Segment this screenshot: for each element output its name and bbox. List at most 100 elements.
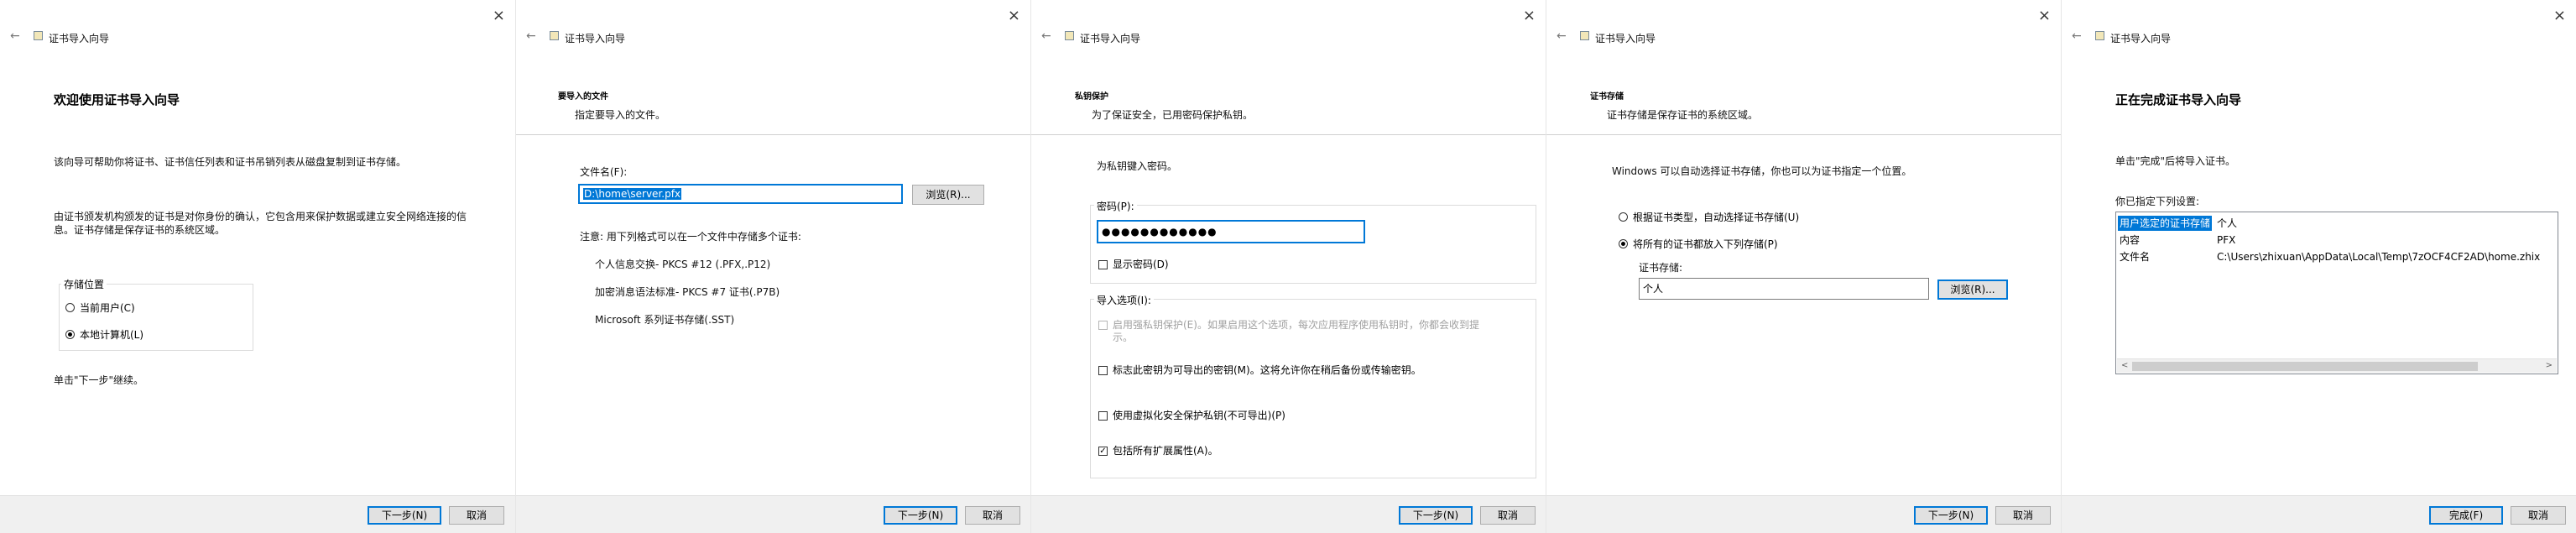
wizard-panel-welcome: × ← 证书导入向导 欢迎使用证书导入向导 该向导可帮助你将证书、证书信任列表和… xyxy=(0,0,515,533)
password-label: 密码(P): xyxy=(1094,199,1137,213)
list-item[interactable]: 内容 PFX xyxy=(2118,233,2554,248)
close-icon[interactable]: × xyxy=(1008,7,1020,24)
format-item-p7b: 加密消息语法标准- PKCS #7 证书(.P7B) xyxy=(595,286,780,298)
wizard-title: 证书导入向导 xyxy=(1595,33,1656,44)
radio-local-machine[interactable]: 本地计算机(L) xyxy=(65,327,143,342)
certificate-icon xyxy=(1065,31,1074,40)
close-icon[interactable]: × xyxy=(1523,7,1536,24)
back-arrow-icon[interactable]: ← xyxy=(1041,29,1051,43)
list-item-key: 文件名 xyxy=(2120,251,2151,263)
format-note: 注意: 用下列格式可以在一个文件中存储多个证书: xyxy=(580,231,801,243)
radio-icon xyxy=(1619,212,1628,222)
password-value: ●●●●●●●●●●●● xyxy=(1102,226,1218,238)
exportable-key-checkbox[interactable]: 标志此密钥为可导出的密钥(M)。这将允许你在稍后备份或传输密钥。 xyxy=(1098,364,1421,377)
checkmark-icon: ✓ xyxy=(1098,447,1108,456)
scroll-left-icon[interactable]: < xyxy=(2121,361,2128,370)
checkbox-icon xyxy=(1098,321,1108,330)
header-divider xyxy=(516,134,1030,135)
wizard-panel-file: × ← 证书导入向导 要导入的文件 指定要导入的文件。 文件名(F): D:\h… xyxy=(515,0,1030,533)
section-subtitle: 为了保证安全，已用密码保护私钥。 xyxy=(1092,109,1254,121)
finish-button[interactable]: 完成(F) xyxy=(2429,506,2503,525)
radio-local-machine-label: 本地计算机(L) xyxy=(80,329,144,341)
back-arrow-icon[interactable]: ← xyxy=(1557,29,1567,43)
footer-bar: 下一步(N) 取消 xyxy=(1031,495,1546,533)
section-subtitle: 证书存储是保存证书的系统区域。 xyxy=(1607,109,1759,121)
settings-list[interactable]: 用户选定的证书存储 个人 内容 PFX 文件名 C:\Users\zhixuan… xyxy=(2115,212,2558,374)
list-item[interactable]: 文件名 C:\Users\zhixuan\AppData\Local\Temp\… xyxy=(2118,249,2554,264)
list-item-value: C:\Users\zhixuan\AppData\Local\Temp\7zOC… xyxy=(2217,251,2541,263)
close-icon[interactable]: × xyxy=(2553,7,2566,24)
cancel-button[interactable]: 取消 xyxy=(449,506,504,525)
show-password-checkbox[interactable]: 显示密码(D) xyxy=(1098,259,1169,271)
list-item[interactable]: 用户选定的证书存储 个人 xyxy=(2118,216,2554,231)
filename-label: 文件名(F): xyxy=(580,166,628,178)
wizard-title: 证书导入向导 xyxy=(1080,33,1141,44)
finish-hint: 单击"完成"后将导入证书。 xyxy=(2115,155,2236,167)
next-button[interactable]: 下一步(N) xyxy=(368,506,441,525)
cancel-button[interactable]: 取消 xyxy=(965,506,1020,525)
radio-current-user[interactable]: 当前用户(C) xyxy=(65,300,135,315)
intro-text: 该向导可帮助你将证书、证书信任列表和证书吊销列表从磁盘复制到证书存储。 xyxy=(54,156,407,168)
close-icon[interactable]: × xyxy=(2038,7,2051,24)
store-location-label: 存储位置 xyxy=(61,277,107,291)
header-divider xyxy=(1546,134,2061,135)
radio-place-all-label: 将所有的证书都放入下列存储(P) xyxy=(1633,238,1778,250)
checkbox-icon xyxy=(1098,260,1108,269)
horizontal-scrollbar[interactable]: < > xyxy=(2117,358,2557,373)
list-item-key: 内容 xyxy=(2120,234,2141,246)
wizard-panel-complete: × ← 证书导入向导 正在完成证书导入向导 单击"完成"后将导入证书。 你已指定… xyxy=(2061,0,2576,533)
vbs-protection-checkbox[interactable]: 使用虚拟化安全保护私钥(不可导出)(P) xyxy=(1098,410,1285,422)
certificate-icon xyxy=(34,31,43,40)
next-button[interactable]: 下一步(N) xyxy=(1914,506,1988,525)
certificate-icon xyxy=(2095,31,2104,40)
section-title: 要导入的文件 xyxy=(558,92,608,102)
cancel-button[interactable]: 取消 xyxy=(1480,506,1536,525)
browse-button[interactable]: 浏览(R)... xyxy=(1937,280,2008,300)
footer-bar: 完成(F) 取消 xyxy=(2062,495,2576,533)
scrollbar-thumb[interactable] xyxy=(2132,362,2478,371)
extended-properties-checkbox[interactable]: ✓ 包括所有扩展属性(A)。 xyxy=(1098,445,1218,457)
close-icon[interactable]: × xyxy=(493,7,505,24)
vbs-protection-label: 使用虚拟化安全保护私钥(不可导出)(P) xyxy=(1113,410,1285,421)
list-item-value: PFX xyxy=(2217,234,2236,246)
section-title: 私钥保护 xyxy=(1075,92,1108,102)
list-item-value: 个人 xyxy=(2217,217,2238,229)
list-item-key: 用户选定的证书存储 xyxy=(2118,216,2212,231)
radio-current-user-label: 当前用户(C) xyxy=(80,302,135,314)
wizard-title: 证书导入向导 xyxy=(49,33,110,44)
radio-selected-icon xyxy=(1619,239,1628,248)
store-intro: Windows 可以自动选择证书存储，你也可以为证书指定一个位置。 xyxy=(1612,165,1912,177)
continue-hint: 单击"下一步"继续。 xyxy=(54,374,144,386)
next-button[interactable]: 下一步(N) xyxy=(1399,506,1473,525)
store-label: 证书存储: xyxy=(1639,262,1683,274)
format-item-sst: Microsoft 系列证书存储(.SST) xyxy=(595,314,735,326)
wizard-title: 证书导入向导 xyxy=(2110,33,2172,44)
wizard-panel-store: × ← 证书导入向导 证书存储 证书存储是保存证书的系统区域。 Windows … xyxy=(1546,0,2061,533)
scroll-right-icon[interactable]: > xyxy=(2546,361,2553,370)
back-arrow-icon: ← xyxy=(10,29,20,43)
footer-bar: 下一步(N) 取消 xyxy=(1546,495,2061,533)
wizard-panel-private-key: × ← 证书导入向导 私钥保护 为了保证安全，已用密码保护私钥。 为私钥键入密码… xyxy=(1030,0,1546,533)
back-arrow-icon[interactable]: ← xyxy=(526,29,536,43)
strong-protection-checkbox[interactable]: 启用强私钥保护(E)。如果启用这个选项，每次应用程序使用私钥时，你都会收到提 示。 xyxy=(1098,319,1526,344)
store-input[interactable]: 个人 xyxy=(1639,278,1929,300)
radio-place-all[interactable]: 将所有的证书都放入下列存储(P) xyxy=(1619,237,1778,251)
section-title: 证书存储 xyxy=(1590,92,1624,102)
extended-properties-label: 包括所有扩展属性(A)。 xyxy=(1113,445,1218,457)
certificate-icon xyxy=(550,31,559,40)
browse-button[interactable]: 浏览(R)... xyxy=(912,185,984,205)
wizard-strip: × ← 证书导入向导 欢迎使用证书导入向导 该向导可帮助你将证书、证书信任列表和… xyxy=(0,0,2576,533)
settings-label: 你已指定下列设置: xyxy=(2115,196,2200,207)
header-divider xyxy=(1031,134,1546,135)
show-password-label: 显示密码(D) xyxy=(1113,259,1169,270)
checkbox-icon xyxy=(1098,366,1108,375)
filename-input[interactable]: D:\home\server.pfx xyxy=(578,184,903,204)
radio-auto-select[interactable]: 根据证书类型，自动选择证书存储(U) xyxy=(1619,210,1799,224)
back-arrow-icon[interactable]: ← xyxy=(2072,29,2082,43)
password-input[interactable]: ●●●●●●●●●●●● xyxy=(1097,220,1365,243)
next-button[interactable]: 下一步(N) xyxy=(884,506,957,525)
section-subtitle: 指定要导入的文件。 xyxy=(575,109,666,121)
footer-bar: 下一步(N) 取消 xyxy=(0,495,515,533)
cancel-button[interactable]: 取消 xyxy=(2511,506,2566,525)
cancel-button[interactable]: 取消 xyxy=(1995,506,2051,525)
